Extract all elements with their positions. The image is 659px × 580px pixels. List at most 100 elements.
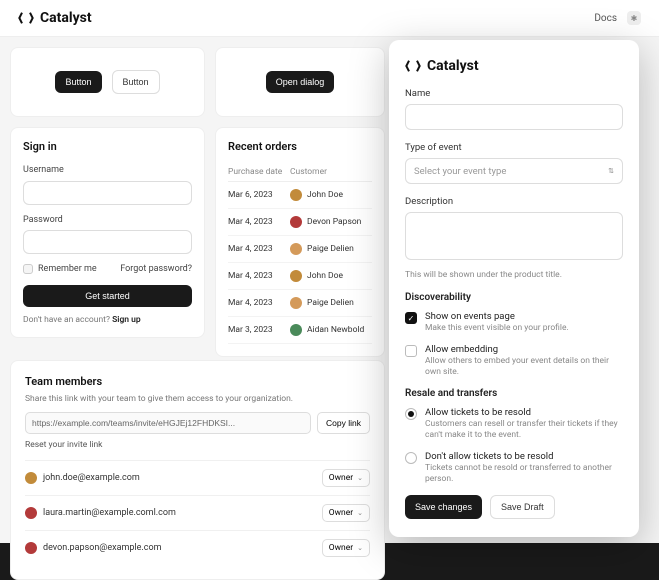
brand: Catalyst — [18, 10, 92, 26]
disallow-resale-radio[interactable]: Don't allow tickets to be resold Tickets… — [405, 451, 623, 485]
col-header-date: Purchase date — [228, 167, 290, 177]
catalyst-logo-icon — [405, 58, 421, 74]
orders-card: Recent orders Purchase date Customer Mar… — [215, 127, 385, 357]
chevron-down-icon: ⌄ — [357, 474, 363, 482]
chevron-down-icon: ⌄ — [357, 509, 363, 517]
topbar: Catalyst Docs ✱ — [0, 0, 659, 37]
description-textarea[interactable] — [405, 212, 623, 260]
order-date: Mar 4, 2023 — [228, 271, 290, 281]
member-email: laura.martin@example.coml.com — [43, 508, 176, 518]
opt-desc: Tickets cannot be resold or transferred … — [425, 463, 623, 485]
order-date: Mar 3, 2023 — [228, 325, 290, 335]
customer-name: John Doe — [307, 271, 343, 281]
avatar — [290, 216, 302, 228]
opt-desc: Make this event visible on your profile. — [425, 323, 623, 334]
opt-title: Don't allow tickets to be resold — [425, 451, 623, 462]
primary-button[interactable]: Button — [55, 71, 101, 93]
drawer-brand: Catalyst — [405, 58, 623, 74]
avatar — [290, 270, 302, 282]
theme-icon: ✱ — [631, 14, 638, 23]
chevron-down-icon: ⌄ — [357, 544, 363, 552]
table-row[interactable]: Mar 4, 2023 Devon Papson — [228, 209, 372, 236]
orders-header-row: Purchase date Customer — [228, 163, 372, 182]
member-email: john.doe@example.com — [43, 473, 140, 483]
order-date: Mar 4, 2023 — [228, 244, 290, 254]
order-date: Mar 4, 2023 — [228, 217, 290, 227]
opt-title: Allow tickets to be resold — [425, 407, 623, 418]
radio-checked-icon — [405, 408, 417, 420]
customer-name: Paige Delien — [307, 244, 354, 254]
description-hint: This will be shown under the product tit… — [405, 270, 623, 280]
event-type-select[interactable]: Select your event type ⇅ — [405, 158, 623, 184]
list-item: john.doe@example.com Owner ⌄ — [25, 460, 370, 495]
allow-resale-radio[interactable]: Allow tickets to be resold Customers can… — [405, 407, 623, 441]
name-input[interactable] — [405, 104, 623, 130]
role-select[interactable]: Owner ⌄ — [322, 539, 370, 557]
username-input[interactable] — [23, 181, 192, 205]
chevron-updown-icon: ⇅ — [608, 167, 614, 175]
remember-me-checkbox[interactable]: Remember me — [23, 264, 97, 274]
forgot-password-link[interactable]: Forgot password? — [120, 264, 192, 274]
list-item: devon.papson@example.com Owner ⌄ — [25, 530, 370, 565]
order-date: Mar 6, 2023 — [228, 190, 290, 200]
select-placeholder: Select your event type — [414, 166, 506, 177]
orders-title: Recent orders — [228, 140, 372, 153]
table-row[interactable]: Mar 4, 2023 Paige Delien — [228, 290, 372, 317]
team-title: Team members — [25, 375, 370, 388]
table-row[interactable]: Mar 4, 2023 John Doe — [228, 263, 372, 290]
role-label: Owner — [329, 473, 353, 483]
avatar — [290, 189, 302, 201]
theme-toggle[interactable]: ✱ — [627, 11, 641, 25]
password-input[interactable] — [23, 230, 192, 254]
show-on-events-checkbox[interactable]: ✓ Show on events page Make this event vi… — [405, 311, 623, 334]
discoverability-heading: Discoverability — [405, 292, 623, 303]
catalyst-logo-icon — [18, 10, 34, 26]
allow-embedding-checkbox[interactable]: Allow embedding Allow others to embed yo… — [405, 344, 623, 378]
table-row[interactable]: Mar 4, 2023 Paige Delien — [228, 236, 372, 263]
signup-link[interactable]: Sign up — [112, 315, 141, 325]
avatar — [25, 542, 37, 554]
get-started-button[interactable]: Get started — [23, 285, 192, 307]
open-dialog-button[interactable]: Open dialog — [266, 71, 335, 93]
radio-icon — [405, 452, 417, 464]
customer-name: Paige Delien — [307, 298, 354, 308]
team-subtitle: Share this link with your team to give t… — [25, 394, 370, 404]
signin-card: Sign in Username Password Remember me Fo… — [10, 127, 205, 338]
secondary-button[interactable]: Button — [112, 70, 160, 94]
customer-name: John Doe — [307, 190, 343, 200]
reset-invite-link[interactable]: Reset your invite link — [25, 440, 370, 450]
dialog-demo-card: Open dialog — [215, 47, 385, 117]
signin-title: Sign in — [23, 140, 192, 153]
avatar — [290, 297, 302, 309]
table-row[interactable]: Mar 3, 2023 Aidan Newbold — [228, 317, 372, 344]
brand-name: Catalyst — [40, 10, 92, 26]
opt-desc: Allow others to embed your event details… — [425, 356, 623, 378]
checkbox-icon — [23, 264, 33, 274]
description-label: Description — [405, 196, 623, 207]
resale-heading: Resale and transfers — [405, 388, 623, 399]
save-draft-button[interactable]: Save Draft — [490, 495, 555, 519]
col-header-customer: Customer — [290, 167, 372, 177]
docs-link[interactable]: Docs — [594, 13, 617, 24]
avatar — [25, 472, 37, 484]
drawer-brand-name: Catalyst — [427, 58, 479, 74]
role-select[interactable]: Owner ⌄ — [322, 504, 370, 522]
password-label: Password — [23, 215, 192, 225]
copy-link-button[interactable]: Copy link — [317, 412, 370, 434]
order-date: Mar 4, 2023 — [228, 298, 290, 308]
buttons-demo-card: Button Button — [10, 47, 205, 117]
signup-hint: Don't have an account? Sign up — [23, 315, 192, 325]
save-changes-button[interactable]: Save changes — [405, 495, 482, 519]
table-row[interactable]: Mar 6, 2023 John Doe — [228, 182, 372, 209]
opt-title: Show on events page — [425, 311, 623, 322]
avatar — [290, 324, 302, 336]
role-select[interactable]: Owner ⌄ — [322, 469, 370, 487]
customer-name: Devon Papson — [307, 217, 361, 227]
invite-link-input[interactable] — [25, 412, 311, 434]
customer-name: Aidan Newbold — [307, 325, 364, 335]
opt-title: Allow embedding — [425, 344, 623, 355]
avatar — [290, 243, 302, 255]
event-form-drawer: Catalyst Name Type of event Select your … — [389, 40, 639, 537]
checkbox-checked-icon: ✓ — [405, 312, 417, 324]
role-label: Owner — [329, 543, 353, 553]
